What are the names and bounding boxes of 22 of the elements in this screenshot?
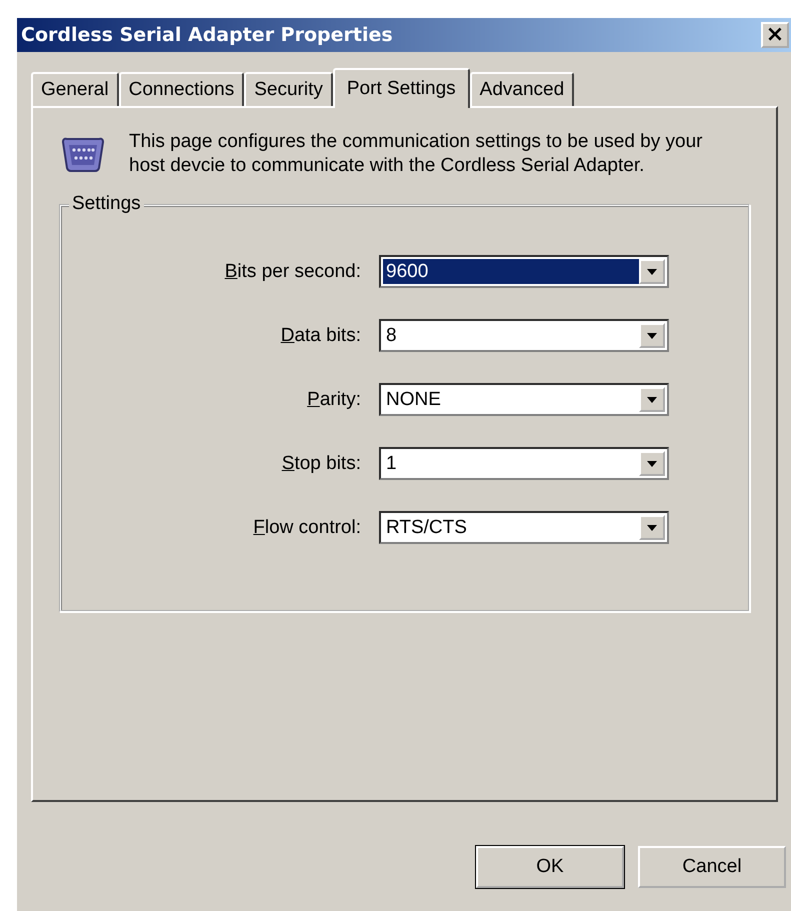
field-label: Data bits:: [280, 324, 361, 346]
field-label: Parity:: [306, 388, 361, 410]
cancel-button[interactable]: Cancel: [638, 846, 786, 888]
field-label: Bits per second:: [224, 260, 361, 282]
tab[interactable]: Connections: [118, 72, 244, 106]
dropdown[interactable]: 1: [379, 447, 669, 480]
description-text: This page configures the communication settings to be used by your host devcie to communicate with the Cordless Serial Adapter.: [129, 130, 704, 178]
serial-port-icon: [59, 136, 107, 174]
field-label: Stop bits:: [280, 452, 361, 474]
dropdown[interactable]: RTS/CTS: [379, 511, 669, 544]
tab[interactable]: Security: [244, 72, 333, 106]
ok-button[interactable]: OK: [476, 846, 624, 888]
dropdown[interactable]: 8: [379, 319, 669, 352]
field-label: Flow control:: [252, 516, 361, 538]
tab[interactable]: Port Settings: [332, 68, 470, 108]
tab[interactable]: Advanced: [470, 72, 574, 106]
close-button[interactable]: ×: [761, 22, 789, 48]
window-title: Cordless Serial Adapter Properties: [21, 24, 393, 46]
tab[interactable]: General: [31, 72, 119, 106]
dropdown[interactable]: NONE: [379, 383, 669, 416]
dropdown[interactable]: 9600: [379, 255, 669, 288]
group-title: Settings: [69, 193, 144, 215]
